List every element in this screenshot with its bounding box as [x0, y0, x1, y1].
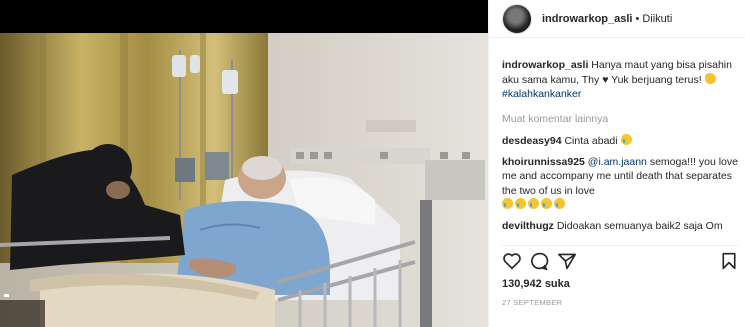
comment-text: Cinta abadi — [564, 135, 618, 147]
heart-emoji-icon: ♥ — [602, 73, 609, 86]
comments-section: indrowarkop_asli Hanya maut yang bisa pi… — [502, 58, 738, 239]
caption-text-2: Yuk berjuang terus! — [611, 73, 702, 86]
comment-item: khoirunnissa925 @i.am.jaann semoga!!! yo… — [502, 155, 738, 213]
avatar[interactable] — [502, 3, 532, 34]
action-bar — [502, 245, 738, 274]
comment-text: Didoakan semuanya baik2 saja Om — [556, 219, 723, 232]
post-side-panel: indrowarkop_asli • Diikuti indrowarkop_a… — [488, 0, 745, 327]
heart-outline-icon[interactable] — [502, 252, 522, 270]
instagram-post: indrowarkop_asli • Diikuti indrowarkop_a… — [0, 0, 745, 327]
muscle-emoji-icon — [704, 72, 716, 84]
caption: indrowarkop_asli Hanya maut yang bisa pi… — [502, 58, 738, 102]
comment-item: desdeasy94 Cinta abadi — [502, 134, 738, 149]
crying-emoji-icon — [541, 198, 552, 209]
post-header: indrowarkop_asli • Diikuti — [489, 0, 745, 38]
header-username[interactable]: indrowarkop_asli — [542, 13, 632, 25]
follow-status-button[interactable]: Diikuti — [642, 13, 672, 25]
crying-emoji-icon — [502, 198, 513, 209]
separator-dot: • — [635, 12, 640, 25]
post-photo[interactable] — [0, 0, 488, 327]
caption-hashtag[interactable]: #kalahkankanker — [502, 88, 581, 100]
like-count[interactable]: 130,942 suka — [502, 278, 570, 290]
bookmark-icon[interactable] — [720, 252, 738, 270]
crying-emoji-icon — [528, 198, 539, 209]
comment-icon[interactable] — [529, 252, 549, 270]
crying-emoji-icon — [620, 134, 632, 145]
comment-username[interactable]: devilthugz — [502, 220, 554, 232]
comment-mention[interactable]: @i.am.jaann — [588, 156, 647, 168]
comment-item: devilthugz Didoakan semuanya baik2 saja … — [502, 219, 738, 234]
crying-emoji-icon — [554, 198, 565, 209]
comment-username[interactable]: desdeasy94 — [502, 135, 562, 147]
hospital-photo — [0, 0, 488, 327]
post-date[interactable]: 27 SEPTEMBER — [502, 298, 562, 307]
crying-emoji-row — [502, 198, 738, 213]
share-icon[interactable] — [557, 252, 577, 270]
comment-username[interactable]: khoirunnissa925 — [502, 156, 585, 168]
caption-username[interactable]: indrowarkop_asli — [502, 59, 588, 71]
crying-emoji-icon — [515, 198, 526, 209]
load-more-comments[interactable]: Muat komentar lainnya — [502, 112, 738, 127]
